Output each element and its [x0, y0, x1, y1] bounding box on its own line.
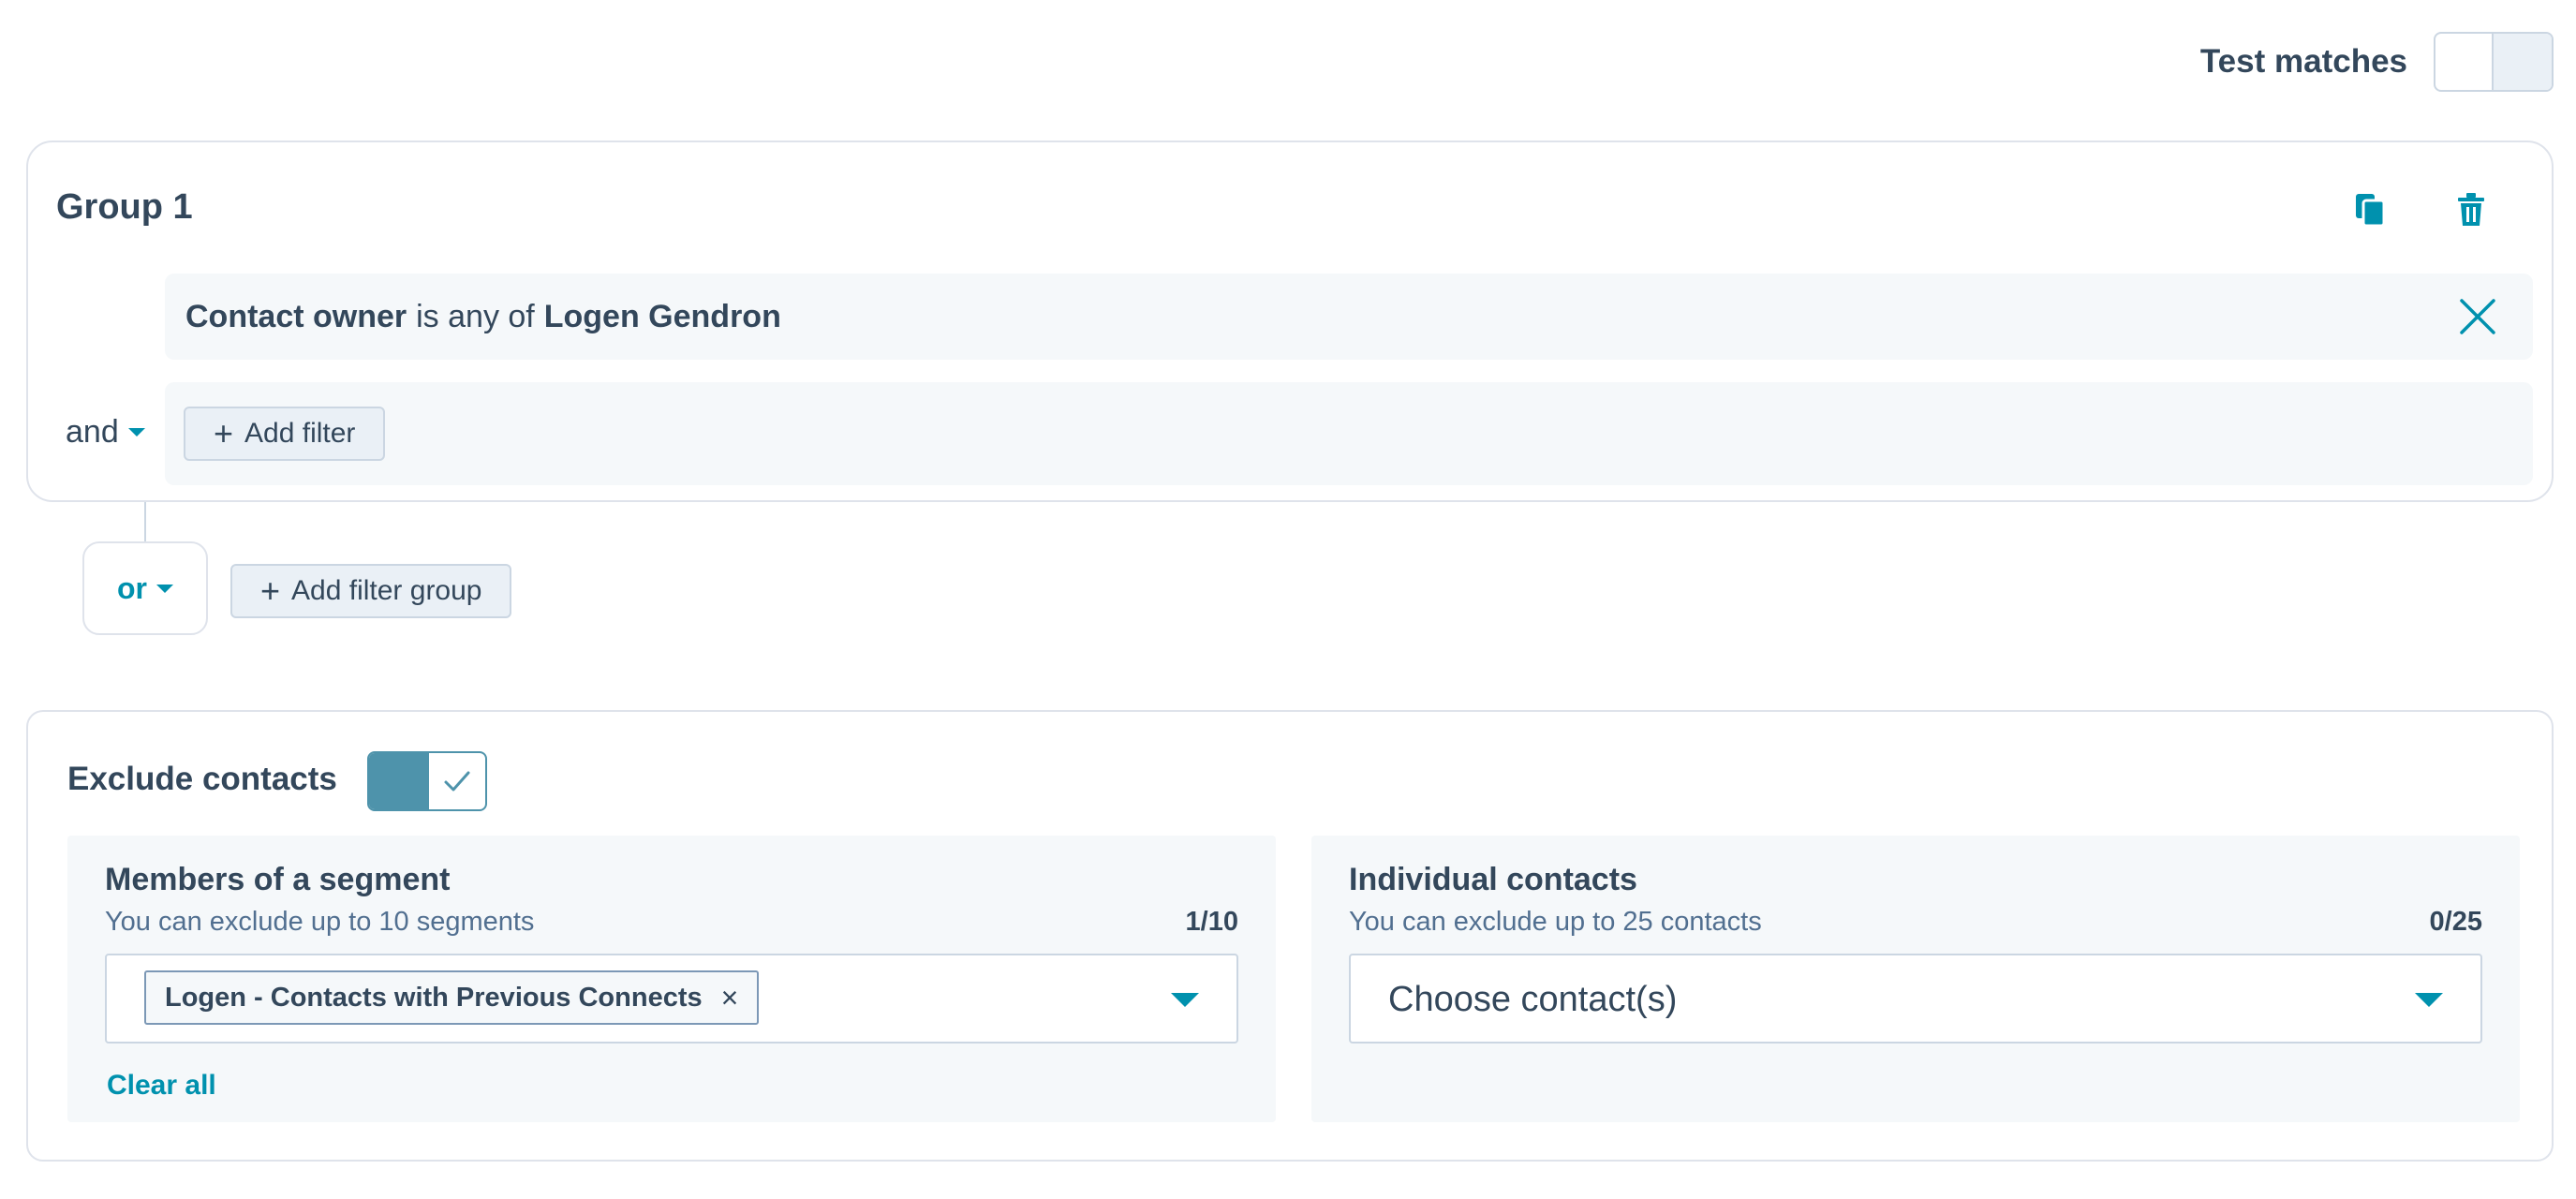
- exclude-contacts-label: Exclude contacts: [67, 761, 337, 797]
- add-filter-group-button[interactable]: + Add filter group: [230, 564, 512, 618]
- segment-panel-title: Members of a segment: [105, 862, 451, 897]
- contacts-placeholder: Choose contact(s): [1388, 980, 1678, 1019]
- add-filter-row: + Add filter: [165, 382, 2533, 485]
- filter-value: Logen Gendron: [543, 298, 781, 334]
- filter-operator: is any of: [416, 298, 535, 334]
- add-filter-label: Add filter: [244, 418, 356, 449]
- plus-icon: +: [214, 414, 234, 452]
- plus-icon: +: [260, 571, 281, 610]
- add-filter-button[interactable]: + Add filter: [184, 407, 386, 461]
- toggle-fill: [369, 753, 429, 809]
- remove-tag-icon[interactable]: ×: [721, 983, 739, 1013]
- segment-filter-editor: Test matches Group 1 Contact owner is an…: [0, 0, 2576, 1199]
- and-label: and: [66, 414, 119, 450]
- add-filter-group-label: Add filter group: [291, 575, 482, 606]
- group-title: Group 1: [56, 187, 193, 227]
- contacts-select[interactable]: Choose contact(s): [1349, 954, 2482, 1044]
- or-operator-select[interactable]: or: [82, 541, 208, 635]
- group-connector-line: [144, 502, 146, 541]
- exclude-contacts-card: Exclude contacts Members of a segment Yo…: [26, 710, 2554, 1162]
- filter-condition[interactable]: Contact owner is any of Logen Gendron: [165, 274, 2533, 360]
- toggle-knob: [2492, 34, 2552, 90]
- and-operator-select[interactable]: and: [66, 414, 145, 451]
- contact-exclusion-panel: Individual contacts You can exclude up t…: [1311, 836, 2520, 1122]
- chevron-down-icon: [2415, 993, 2443, 1007]
- contacts-count: 0/25: [2429, 907, 2482, 937]
- exclude-contacts-toggle[interactable]: [367, 751, 487, 811]
- test-matches-toggle[interactable]: [2434, 32, 2554, 92]
- contacts-panel-hint: You can exclude up to 25 contacts: [1349, 907, 1762, 937]
- filter-property: Contact owner: [185, 298, 407, 334]
- clone-icon[interactable]: [2349, 189, 2391, 230]
- segment-tag-label: Logen - Contacts with Previous Connects: [165, 982, 703, 1013]
- segment-select[interactable]: Logen - Contacts with Previous Connects …: [105, 954, 1238, 1044]
- contacts-panel-title: Individual contacts: [1349, 862, 1637, 897]
- close-icon[interactable]: [2458, 297, 2497, 336]
- checkmark-icon: [444, 771, 470, 792]
- test-matches-control: Test matches: [2200, 32, 2554, 92]
- test-matches-label: Test matches: [2199, 43, 2407, 80]
- filter-group-card: Group 1 Contact owner is any of Logen Ge…: [26, 141, 2554, 502]
- delete-icon[interactable]: [2450, 189, 2492, 230]
- chevron-down-icon: [127, 428, 145, 437]
- segment-panel-hint: You can exclude up to 10 segments: [105, 907, 535, 937]
- chevron-down-icon: [156, 584, 173, 593]
- segment-count: 1/10: [1185, 907, 1238, 937]
- clear-all-link[interactable]: Clear all: [107, 1070, 216, 1102]
- or-label: or: [117, 570, 147, 605]
- chevron-down-icon: [1171, 993, 1199, 1007]
- segment-tag: Logen - Contacts with Previous Connects …: [144, 970, 760, 1025]
- segment-exclusion-panel: Members of a segment You can exclude up …: [67, 836, 1276, 1122]
